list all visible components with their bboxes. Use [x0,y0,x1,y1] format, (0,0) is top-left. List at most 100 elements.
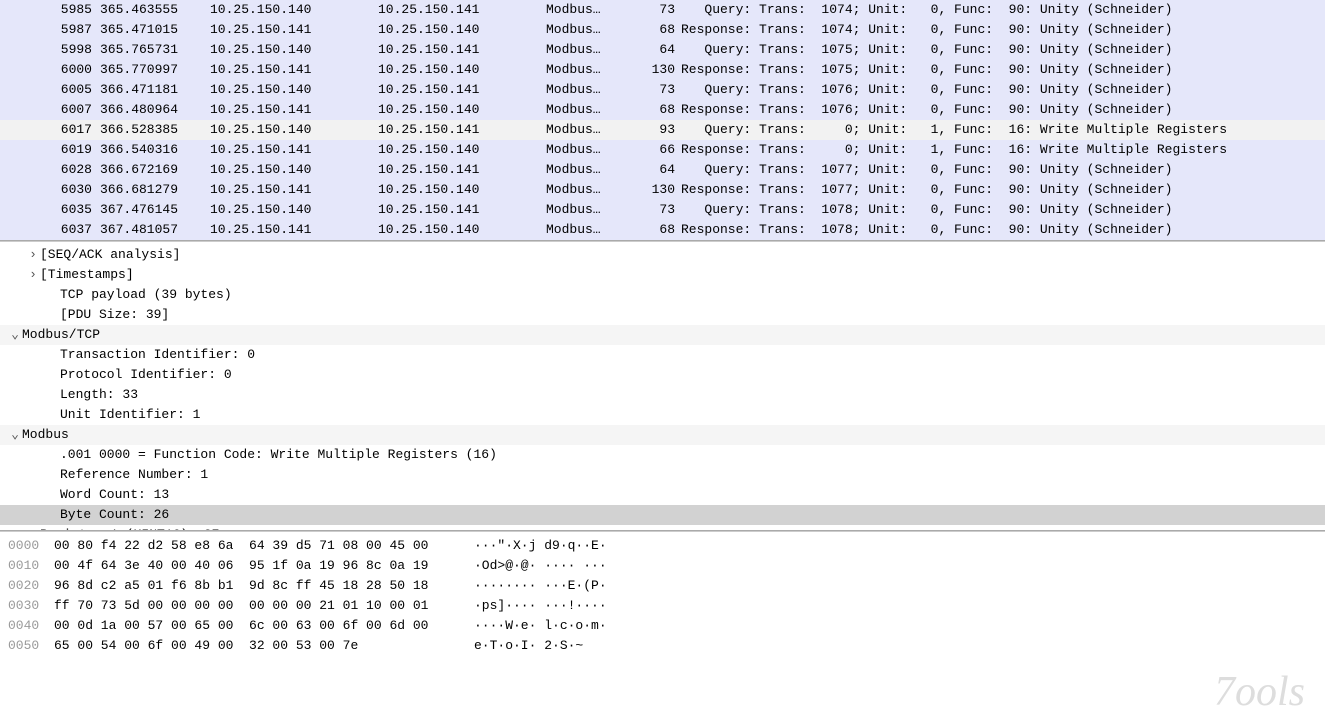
col-info: Response: Trans: 1076; Unit: 0, Func: 90… [681,100,1325,120]
col-source: 10.25.150.140 [210,0,378,20]
packet-row[interactable]: 6017366.52838510.25.150.14010.25.150.141… [0,120,1325,140]
packet-list[interactable]: 5985365.46355510.25.150.14010.25.150.141… [0,0,1325,241]
tree-unit-id[interactable]: Unit Identifier: 1 [0,405,1325,425]
tree-pdu-size[interactable]: [PDU Size: 39] [0,305,1325,325]
col-time: 365.471015 [100,20,210,40]
col-no: 6005 [10,80,100,100]
packet-row[interactable]: 6035367.47614510.25.150.14010.25.150.141… [0,200,1325,220]
col-source: 10.25.150.140 [210,80,378,100]
col-protocol: Modbus… [546,80,636,100]
tree-func-code[interactable]: .001 0000 = Function Code: Write Multipl… [0,445,1325,465]
col-protocol: Modbus… [546,180,636,200]
col-destination: 10.25.150.140 [378,100,546,120]
col-time: 366.471181 [100,80,210,100]
hex-offset: 0040 [8,616,54,636]
col-protocol: Modbus… [546,160,636,180]
col-time: 367.476145 [100,200,210,220]
col-time: 365.765731 [100,40,210,60]
tree-byte-count[interactable]: Byte Count: 26 [0,505,1325,525]
tree-modbustcp[interactable]: ⌄Modbus/TCP [0,325,1325,345]
tree-length[interactable]: Length: 33 [0,385,1325,405]
col-info: Response: Trans: 1074; Unit: 0, Func: 90… [681,20,1325,40]
col-protocol: Modbus… [546,40,636,60]
chevron-down-icon[interactable]: ⌄ [8,325,22,345]
col-source: 10.25.150.141 [210,220,378,240]
packet-row[interactable]: 6007366.48096410.25.150.14110.25.150.140… [0,100,1325,120]
col-length: 93 [636,120,681,140]
col-source: 10.25.150.140 [210,40,378,60]
hex-ascii: ····W·e· l·c·o·m· [474,616,607,636]
packet-row[interactable]: 5987365.47101510.25.150.14110.25.150.140… [0,20,1325,40]
col-protocol: Modbus… [546,60,636,80]
tree-modbus[interactable]: ⌄Modbus [0,425,1325,445]
hex-offset: 0050 [8,636,54,656]
col-destination: 10.25.150.140 [378,60,546,80]
col-no: 6035 [10,200,100,220]
col-source: 10.25.150.141 [210,140,378,160]
tree-protocol-id[interactable]: Protocol Identifier: 0 [0,365,1325,385]
col-no: 5987 [10,20,100,40]
hex-offset: 0030 [8,596,54,616]
col-info: Query: Trans: 1076; Unit: 0, Func: 90: U… [681,80,1325,100]
chevron-down-icon[interactable]: ⌄ [8,425,22,445]
packet-row[interactable]: 6019366.54031610.25.150.14110.25.150.140… [0,140,1325,160]
col-destination: 10.25.150.141 [378,200,546,220]
col-no: 6028 [10,160,100,180]
col-source: 10.25.150.141 [210,100,378,120]
tree-word-count[interactable]: Word Count: 13 [0,485,1325,505]
col-destination: 10.25.150.141 [378,40,546,60]
col-info: Query: Trans: 1075; Unit: 0, Func: 90: U… [681,40,1325,60]
col-destination: 10.25.150.140 [378,20,546,40]
hex-bytes: 00 80 f4 22 d2 58 e8 6a 64 39 d5 71 08 0… [54,536,474,556]
col-source: 10.25.150.141 [210,180,378,200]
packet-row[interactable]: 5998365.76573110.25.150.14010.25.150.141… [0,40,1325,60]
hex-ascii: ·ps]···· ···!···· [474,596,607,616]
hex-offset: 0000 [8,536,54,556]
col-protocol: Modbus… [546,200,636,220]
col-protocol: Modbus… [546,0,636,20]
tree-tcp-payload[interactable]: TCP payload (39 bytes) [0,285,1325,305]
chevron-right-icon[interactable]: › [26,265,40,285]
col-time: 366.480964 [100,100,210,120]
tree-transaction-id[interactable]: Transaction Identifier: 0 [0,345,1325,365]
hex-ascii: e·T·o·I· 2·S·~ [474,636,583,656]
packet-row[interactable]: 6030366.68127910.25.150.14110.25.150.140… [0,180,1325,200]
col-protocol: Modbus… [546,220,636,240]
col-protocol: Modbus… [546,140,636,160]
packet-details[interactable]: ›[SEQ/ACK analysis] ›[Timestamps] TCP pa… [0,241,1325,531]
tree-ref-number[interactable]: Reference Number: 1 [0,465,1325,485]
hex-row[interactable]: 004000 0d 1a 00 57 00 65 00 6c 00 63 00 … [0,616,1325,636]
col-no: 6037 [10,220,100,240]
hex-row[interactable]: 001000 4f 64 3e 40 00 40 06 95 1f 0a 19 … [0,556,1325,576]
col-info: Response: Trans: 1075; Unit: 0, Func: 90… [681,60,1325,80]
tree-seqack[interactable]: ›[SEQ/ACK analysis] [0,245,1325,265]
hex-row[interactable]: 000000 80 f4 22 d2 58 e8 6a 64 39 d5 71 … [0,536,1325,556]
col-time: 365.770997 [100,60,210,80]
hex-row[interactable]: 0030ff 70 73 5d 00 00 00 00 00 00 00 21 … [0,596,1325,616]
col-destination: 10.25.150.141 [378,160,546,180]
col-destination: 10.25.150.141 [378,80,546,100]
col-length: 73 [636,200,681,220]
packet-row[interactable]: 6000365.77099710.25.150.14110.25.150.140… [0,60,1325,80]
hex-offset: 0010 [8,556,54,576]
col-protocol: Modbus… [546,120,636,140]
chevron-right-icon[interactable]: › [26,245,40,265]
col-destination: 10.25.150.141 [378,120,546,140]
col-length: 68 [636,20,681,40]
col-no: 6019 [10,140,100,160]
col-protocol: Modbus… [546,100,636,120]
col-length: 64 [636,40,681,60]
hex-bytes: ff 70 73 5d 00 00 00 00 00 00 00 21 01 1… [54,596,474,616]
packet-row[interactable]: 6028366.67216910.25.150.14010.25.150.141… [0,160,1325,180]
tree-timestamps[interactable]: ›[Timestamps] [0,265,1325,285]
col-destination: 10.25.150.140 [378,140,546,160]
col-no: 6000 [10,60,100,80]
hex-row[interactable]: 002096 8d c2 a5 01 f6 8b b1 9d 8c ff 45 … [0,576,1325,596]
col-info: Query: Trans: 1078; Unit: 0, Func: 90: U… [681,200,1325,220]
hex-dump[interactable]: 000000 80 f4 22 d2 58 e8 6a 64 39 d5 71 … [0,531,1325,660]
hex-row[interactable]: 005065 00 54 00 6f 00 49 00 32 00 53 00 … [0,636,1325,656]
packet-row[interactable]: 6037367.48105710.25.150.14110.25.150.140… [0,220,1325,240]
packet-row[interactable]: 6005366.47118110.25.150.14010.25.150.141… [0,80,1325,100]
packet-row[interactable]: 5985365.46355510.25.150.14010.25.150.141… [0,0,1325,20]
col-source: 10.25.150.140 [210,120,378,140]
